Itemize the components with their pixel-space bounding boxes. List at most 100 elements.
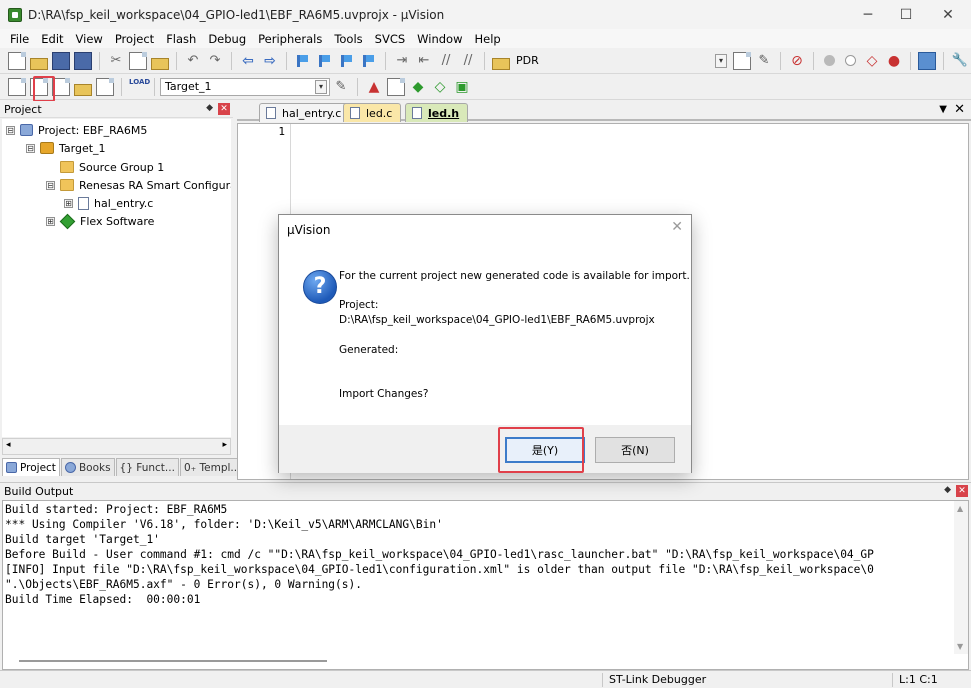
menu-file[interactable]: File	[4, 32, 35, 46]
copy-icon[interactable]	[129, 51, 147, 70]
menu-project[interactable]: Project	[109, 32, 160, 46]
unindent-icon[interactable]: ⇤	[415, 52, 433, 70]
collapse-icon[interactable]: ⊟	[6, 125, 15, 135]
toolbar-separator	[154, 77, 155, 96]
menu-debug[interactable]: Debug	[202, 32, 252, 46]
question-icon: ?	[303, 270, 337, 304]
navigate-back-icon[interactable]: ⇦	[239, 52, 257, 70]
tree-item-hal-entry[interactable]: ⊞ hal_entry.c	[64, 194, 153, 212]
indent-icon[interactable]: ⇥	[393, 52, 411, 70]
tab-led-h[interactable]: led.h	[405, 103, 469, 122]
tab-templates[interactable]: 0₊ Templ...	[179, 458, 245, 476]
prev-bookmark-icon[interactable]	[316, 51, 334, 70]
paste-icon[interactable]	[151, 57, 169, 70]
expand-icon[interactable]: ⊞	[46, 216, 55, 226]
collapse-icon[interactable]: ⊟	[46, 180, 55, 190]
tab-project[interactable]: Project	[2, 458, 60, 476]
select-packs-icon[interactable]: ◆	[409, 78, 427, 96]
pin-icon[interactable]: ◆	[206, 103, 213, 113]
tree-item-source-group[interactable]: Source Group 1	[60, 158, 164, 176]
scroll-up-icon[interactable]: ▲	[957, 504, 963, 513]
dialog-close-icon[interactable]: ✕	[671, 219, 683, 235]
tree-item-target[interactable]: ⊟ Target_1	[26, 139, 106, 157]
manage-rte-icon[interactable]	[387, 77, 405, 96]
configure-icon[interactable]: 🔧	[951, 52, 969, 70]
tab-hal-entry[interactable]: hal_entry.c	[259, 103, 351, 122]
menu-view[interactable]: View	[70, 32, 109, 46]
uncomment-icon[interactable]: //	[459, 52, 477, 70]
output-horizontal-scrollbar[interactable]	[19, 660, 327, 662]
manage-components-icon[interactable]: ▲	[365, 78, 383, 96]
options-for-target-icon[interactable]: ✎	[332, 78, 350, 96]
build-output-pane[interactable]: Build started: Project: EBF_RA6M5 *** Us…	[2, 500, 969, 670]
clear-bookmarks-icon[interactable]	[360, 51, 378, 70]
menu-edit[interactable]: Edit	[35, 32, 69, 46]
tree-item-label: Source Group 1	[79, 160, 165, 174]
output-vertical-scrollbar[interactable]: ▲ ▼	[954, 501, 968, 654]
toolbar-separator	[910, 51, 911, 70]
pin-icon[interactable]: ◆	[944, 485, 951, 495]
scroll-left-icon[interactable]: ◂	[6, 440, 11, 450]
tab-functions[interactable]: {} Funct...	[115, 458, 179, 476]
tab-list-icon[interactable]: ▼	[939, 104, 947, 115]
menu-peripherals[interactable]: Peripherals	[252, 32, 328, 46]
next-bookmark-icon[interactable]	[338, 51, 356, 70]
tab-led-c[interactable]: led.c	[343, 103, 402, 122]
minimize-button[interactable]: ─	[848, 0, 888, 29]
maximize-button[interactable]: ☐	[886, 0, 926, 29]
toolbar-separator	[385, 51, 386, 70]
undo-icon[interactable]: ↶	[184, 52, 202, 70]
project-path: D:\RA\fsp_keil_workspace\04_GPIO-led1\EB…	[339, 314, 655, 326]
comment-icon[interactable]: //	[437, 52, 455, 70]
find-dropdown[interactable]: ▾	[715, 53, 727, 68]
tree-item-project[interactable]: ⊟ Project: EBF_RA6M5	[6, 121, 147, 139]
batch-build-icon[interactable]	[74, 83, 92, 96]
tree-item-rasc[interactable]: ⊟ Renesas RA Smart Configurato	[46, 176, 231, 194]
menu-flash[interactable]: Flash	[160, 32, 202, 46]
load-icon[interactable]: LOAD	[129, 78, 150, 96]
project-panel-tabs: Project Books {} Funct... 0₊ Templ...	[2, 457, 245, 476]
menu-bar: File Edit View Project Flash Debug Perip…	[0, 29, 971, 48]
expand-icon[interactable]: ⊞	[64, 198, 73, 208]
disable-breakpoint-icon[interactable]	[845, 55, 856, 66]
cut-icon[interactable]: ✂	[107, 52, 125, 70]
window-layout-icon[interactable]	[918, 51, 936, 70]
insert-breakpoint-icon[interactable]	[824, 55, 835, 66]
find-icon[interactable]	[733, 51, 751, 70]
open-folder-icon[interactable]	[30, 57, 48, 70]
menu-tools[interactable]: Tools	[328, 32, 368, 46]
collapse-icon[interactable]: ⊟	[26, 143, 35, 153]
close-button[interactable]: ✕	[928, 0, 968, 29]
target-select[interactable]: Target_1 ▾	[160, 77, 330, 96]
redo-icon[interactable]: ↷	[206, 52, 224, 70]
save-icon[interactable]	[52, 51, 70, 70]
settings-dropdown-icon[interactable]: ●	[885, 52, 903, 70]
scroll-right-icon[interactable]: ▸	[222, 440, 227, 450]
menu-window[interactable]: Window	[411, 32, 468, 46]
menu-help[interactable]: Help	[469, 32, 507, 46]
find-in-files-icon[interactable]	[492, 57, 510, 70]
tree-horizontal-scrollbar[interactable]: ◂ ▸	[2, 438, 231, 455]
debug-session-icon[interactable]: ⊘	[788, 52, 806, 70]
folder-icon	[60, 161, 74, 173]
no-button[interactable]: 否(N)	[595, 437, 675, 463]
pack-installer-icon[interactable]: ◇	[431, 78, 449, 96]
incremental-find-icon[interactable]: ✎	[755, 52, 773, 70]
bookmark-icon[interactable]	[294, 51, 312, 70]
close-panel-icon[interactable]: ✕	[956, 485, 968, 497]
translate-icon[interactable]	[8, 77, 26, 96]
save-all-icon[interactable]	[74, 51, 92, 70]
kill-breakpoints-icon[interactable]: ◇	[863, 52, 881, 70]
close-panel-icon[interactable]: ✕	[218, 103, 230, 115]
highlight-box	[33, 76, 55, 102]
output-line: *** Using Compiler 'V6.18', folder: 'D:\…	[5, 518, 443, 531]
scroll-down-icon[interactable]: ▼	[957, 642, 963, 651]
stop-build-icon[interactable]	[96, 77, 114, 96]
navigate-forward-icon[interactable]: ⇨	[261, 52, 279, 70]
rasc-icon[interactable]: ▣	[453, 78, 471, 96]
tree-item-flex-software[interactable]: ⊞ Flex Software	[46, 212, 154, 230]
tab-books[interactable]: Books	[60, 458, 115, 476]
close-tab-icon[interactable]: ✕	[954, 102, 965, 117]
menu-svcs[interactable]: SVCS	[369, 32, 412, 46]
new-file-icon[interactable]	[8, 51, 26, 70]
